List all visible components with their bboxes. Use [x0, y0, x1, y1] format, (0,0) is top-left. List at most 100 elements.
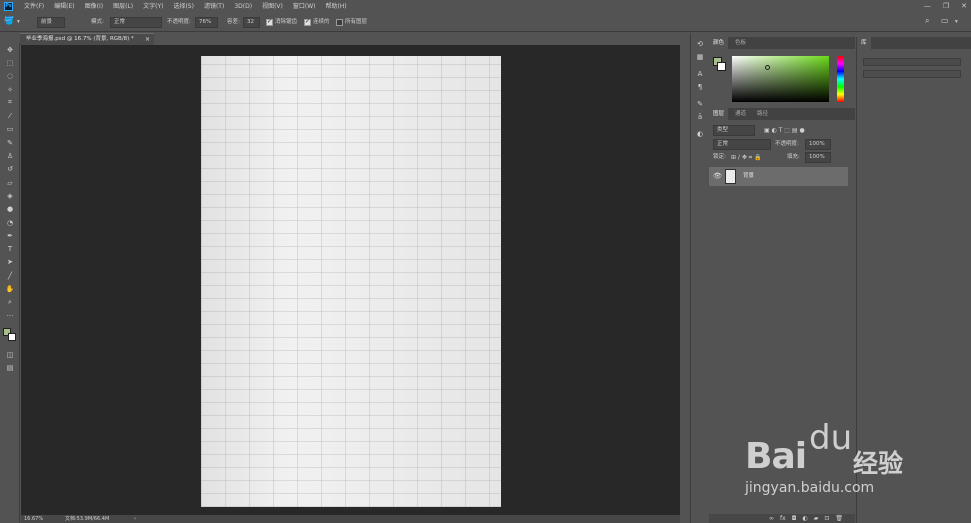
menu-item[interactable]: 帮助(H) — [326, 0, 347, 13]
background-color-swatch[interactable] — [8, 333, 16, 342]
tab-paths[interactable]: 路径 — [753, 108, 772, 120]
menu-item[interactable]: 图像(I) — [85, 0, 103, 13]
history-brush-tool-icon[interactable]: ↺ — [0, 163, 20, 176]
menu-item[interactable]: 图层(L) — [113, 0, 133, 13]
all-layers-checkbox[interactable] — [336, 19, 343, 26]
hand-tool-icon[interactable]: ✋ — [0, 282, 20, 295]
quick-mask-icon[interactable]: ◫ — [0, 348, 20, 361]
document-tab[interactable]: 毕业季海报.psd @ 16.7% (背景, RGB/8) * × — [20, 33, 154, 45]
paragraph-panel-icon[interactable]: ¶ — [691, 80, 709, 93]
paint-bucket-icon[interactable]: 🪣 — [4, 15, 14, 26]
menu-item[interactable]: 视图(V) — [262, 0, 283, 13]
restore-icon[interactable]: ❐ — [943, 0, 949, 13]
tolerance-input[interactable]: 32 — [243, 17, 260, 28]
anti-alias-label: 消除锯齿 — [275, 19, 298, 25]
menu-item[interactable]: 编辑(E) — [54, 0, 74, 13]
healing-brush-tool-icon[interactable]: ▭ — [0, 123, 20, 136]
layer-thumbnail — [725, 169, 736, 184]
watermark-cn-text: 经验 — [853, 449, 904, 478]
contiguous-checkbox[interactable] — [304, 18, 311, 26]
status-arrow-icon[interactable]: › — [134, 515, 136, 523]
layer-row[interactable]: 👁 背景 — [709, 167, 848, 186]
menu-item[interactable]: 3D(D) — [234, 0, 252, 13]
character-panel-icon[interactable]: A — [691, 67, 709, 80]
panel-icon-strip: ⟲ ▦ A ¶ ✎ ā ◐ — [690, 33, 708, 523]
search-icon[interactable]: ⌕ — [925, 15, 929, 26]
glyphs-panel-icon[interactable]: ā — [691, 110, 709, 123]
color-swatches — [0, 322, 19, 348]
tab-layers[interactable]: 图层 — [709, 108, 729, 120]
color-panel: 颜色 色板 — [709, 37, 855, 105]
visibility-eye-icon[interactable]: 👁 — [713, 167, 722, 186]
tab-swatches[interactable]: 色板 — [731, 37, 750, 49]
dodge-tool-icon[interactable]: ◔ — [0, 216, 20, 229]
history-panel-icon[interactable]: ⟲ — [691, 37, 709, 50]
workspace-icon[interactable]: ▭ — [941, 15, 949, 26]
document-canvas[interactable] — [201, 56, 501, 507]
color-field[interactable] — [732, 56, 829, 102]
more-tools-icon[interactable]: ··· — [0, 309, 20, 322]
tool-preset-arrow-icon[interactable]: ▾ — [17, 17, 20, 28]
tab-libraries[interactable]: 库 — [857, 37, 871, 49]
photoshop-logo: Ps — [4, 2, 13, 11]
close-icon[interactable]: × — [145, 34, 150, 45]
library-search-input[interactable] — [863, 70, 961, 78]
eraser-tool-icon[interactable]: ▱ — [0, 176, 20, 189]
blend-mode-dropdown[interactable]: 正常 — [713, 139, 771, 150]
watermark-logo-text: Bai — [745, 436, 807, 477]
line-tool-icon[interactable]: ╱ — [0, 269, 20, 282]
menu-item[interactable]: 选择(S) — [173, 0, 194, 13]
opacity-input[interactable]: 76% — [195, 17, 218, 28]
menu-item[interactable]: 文字(Y) — [143, 0, 163, 13]
filter-icons[interactable]: ▣ ◐ T ⬚ ▤ ● — [764, 125, 805, 136]
lock-label: 锁定: — [713, 154, 726, 160]
menu-bar: Ps 文件(F) 编辑(E) 图像(I) 图层(L) 文字(Y) 选择(S) 滤镜(T) 3D… — [0, 0, 971, 13]
menu-item[interactable]: 窗口(W) — [293, 0, 316, 13]
menu-item[interactable]: 文件(F) — [24, 0, 44, 13]
brush-tool-icon[interactable]: ✎ — [0, 136, 20, 149]
crop-tool-icon[interactable]: ⌗ — [0, 96, 20, 109]
close-window-icon[interactable]: ✕ — [961, 0, 967, 13]
minimize-icon[interactable]: — — [924, 0, 931, 13]
layer-name[interactable]: 背景 — [743, 167, 754, 186]
workspace-arrow-icon[interactable]: ▾ — [955, 17, 958, 28]
options-bar: 🪣 ▾ 前景 模式: 正常 不透明度: 76% 容差: 32 消除锯齿 连续的 … — [0, 13, 971, 32]
adjustments-panel-icon[interactable]: ◐ — [691, 127, 709, 140]
hue-slider[interactable] — [837, 56, 844, 102]
color-picker-marker[interactable] — [765, 65, 770, 70]
fill-input[interactable]: 100% — [805, 152, 831, 163]
zoom-tool-icon[interactable]: ⌕ — [0, 296, 20, 309]
path-selection-tool-icon[interactable]: ➤ — [0, 256, 20, 269]
lasso-tool-icon[interactable]: ◌ — [0, 70, 20, 83]
mode-dropdown[interactable]: 正常 — [110, 17, 162, 28]
tolerance-label: 容差: — [227, 19, 240, 25]
screen-mode-icon[interactable]: ▤ — [0, 362, 20, 375]
library-dropdown[interactable] — [863, 58, 961, 66]
marquee-tool-icon[interactable]: ⬚ — [0, 56, 20, 69]
clone-stamp-tool-icon[interactable]: ♙ — [0, 149, 20, 162]
pen-tool-icon[interactable]: ✒ — [0, 229, 20, 242]
brush-settings-icon[interactable]: ✎ — [691, 97, 709, 110]
tab-channels[interactable]: 通道 — [731, 108, 750, 120]
layer-kind-filter[interactable]: 类型 — [713, 125, 755, 136]
magic-wand-tool-icon[interactable]: ✧ — [0, 83, 20, 96]
layer-opacity-input[interactable]: 100% — [805, 139, 831, 150]
lock-icons[interactable]: ⊞ ∕ ✥ ⌗ 🔒 — [731, 152, 762, 163]
canvas-area[interactable] — [21, 45, 680, 515]
all-layers-label: 所有图层 — [345, 19, 368, 25]
eyedropper-tool-icon[interactable]: ⁄ — [0, 109, 20, 122]
fill-source-dropdown[interactable]: 前景 — [37, 17, 65, 28]
opacity-label: 不透明度: — [167, 19, 191, 25]
color-panel-background-swatch[interactable] — [717, 62, 726, 71]
move-tool-icon[interactable]: ✥ — [0, 43, 20, 56]
tab-color[interactable]: 颜色 — [709, 37, 729, 49]
menu-item[interactable]: 滤镜(T) — [204, 0, 224, 13]
watermark-url: jingyan.baidu.com — [745, 480, 875, 496]
properties-panel-icon[interactable]: ▦ — [691, 50, 709, 63]
blur-tool-icon[interactable]: ● — [0, 203, 20, 216]
zoom-level[interactable]: 16.67% — [24, 515, 43, 523]
type-tool-icon[interactable]: T — [0, 242, 20, 255]
paint-bucket-tool-icon[interactable]: ◈ — [0, 189, 20, 202]
anti-alias-checkbox[interactable] — [266, 18, 273, 26]
menu-items: 文件(F) 编辑(E) 图像(I) 图层(L) 文字(Y) 选择(S) 滤镜(T) 3D(D)… — [24, 0, 347, 13]
